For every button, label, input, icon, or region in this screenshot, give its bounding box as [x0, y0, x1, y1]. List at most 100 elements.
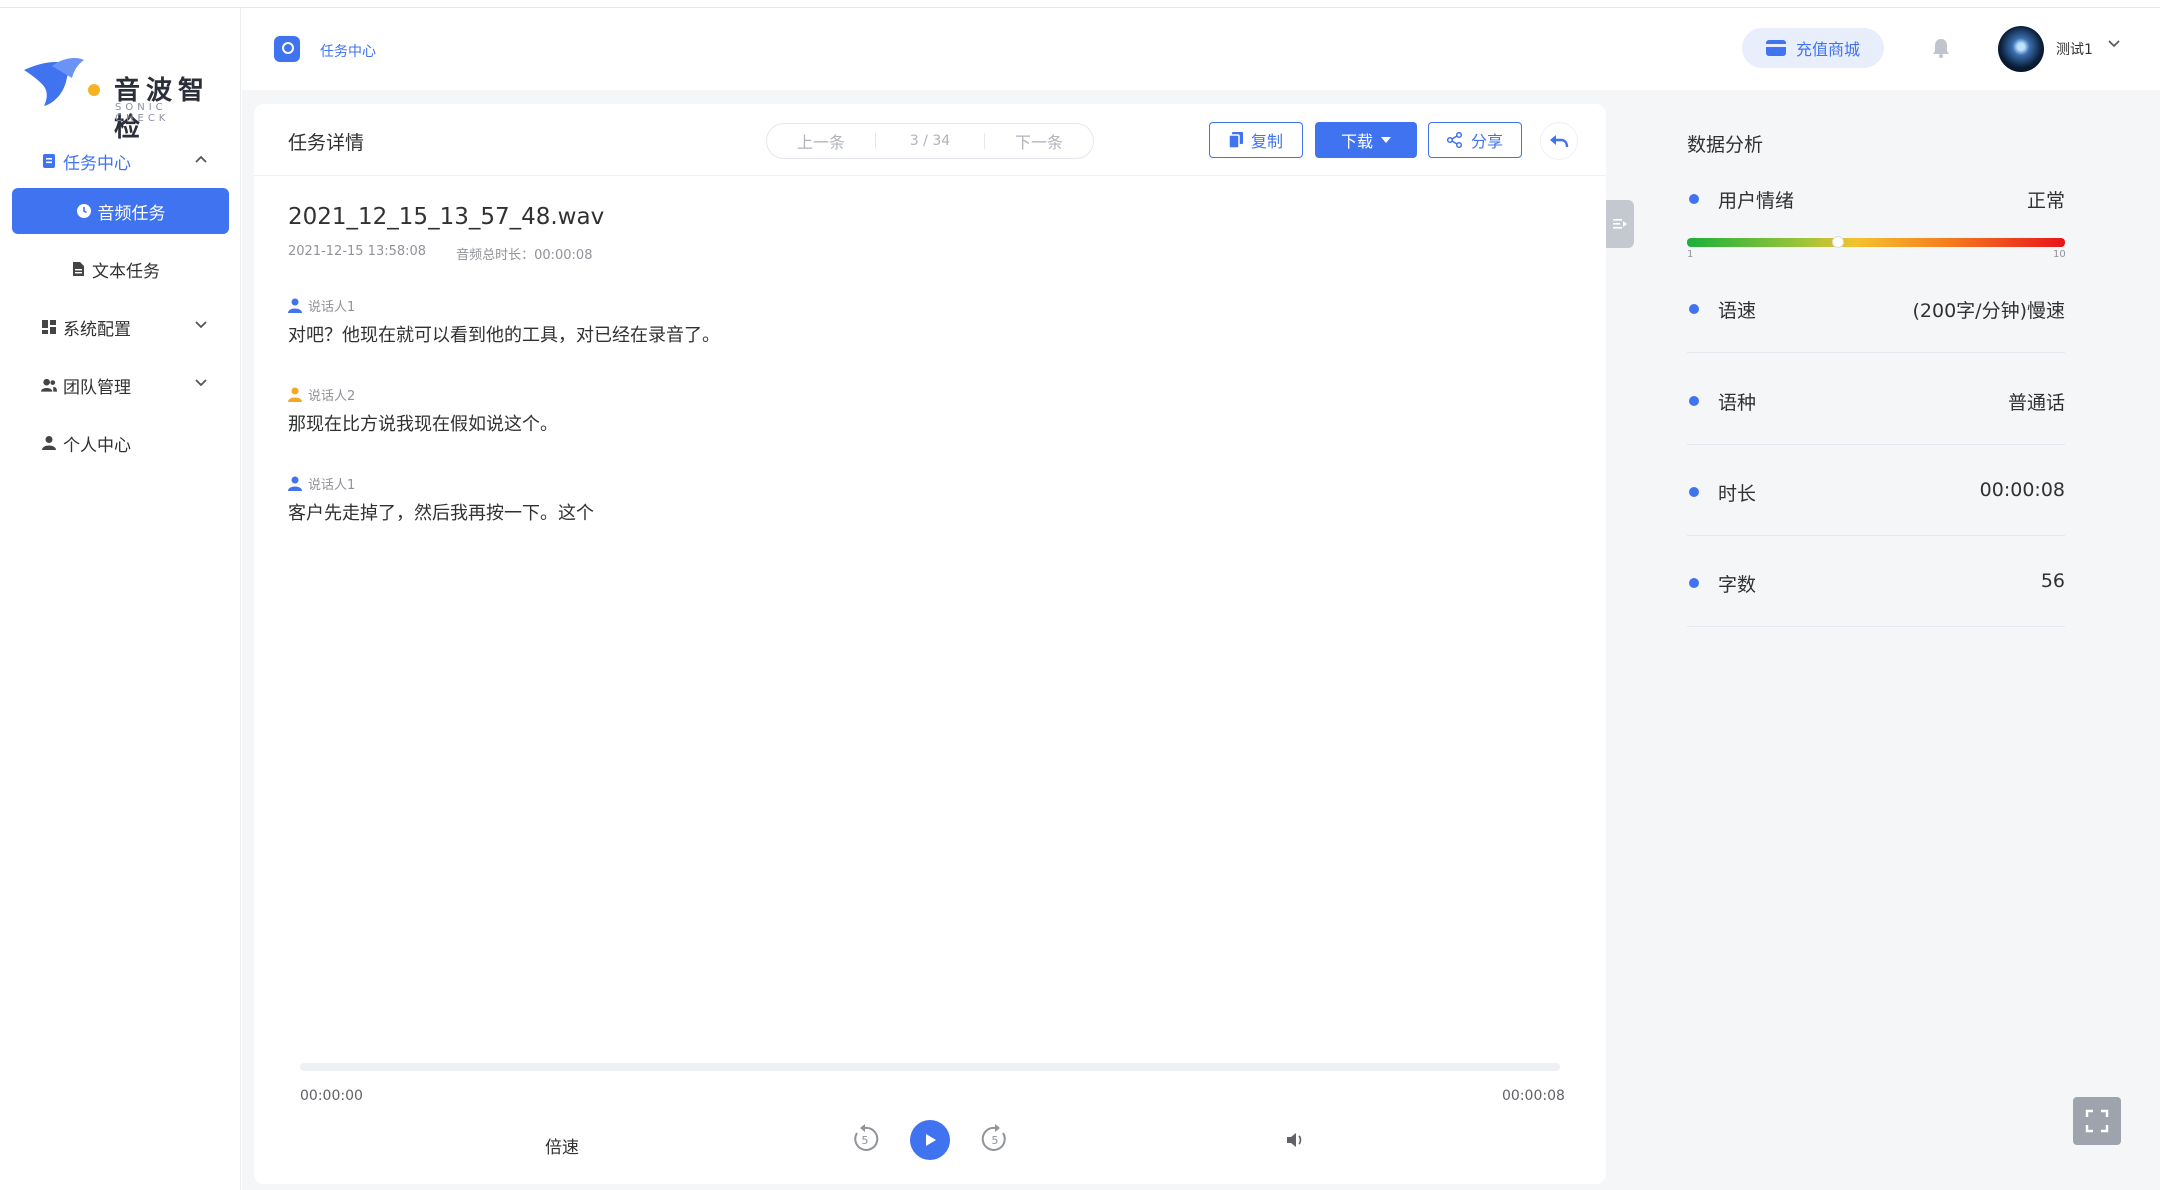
- share-button[interactable]: 分享: [1428, 122, 1522, 158]
- sidebar-item-label: 个人中心: [63, 435, 131, 456]
- record-pager: 上一条 3 / 34 下一条: [766, 123, 1094, 159]
- download-dropdown-button[interactable]: 下载: [1315, 122, 1417, 158]
- play-button[interactable]: [910, 1120, 950, 1160]
- speaker-icon: [288, 476, 302, 491]
- chevron-up-icon: [195, 152, 207, 166]
- segment-text: 对吧？他现在就可以看到他的工具，对已经在录音了。: [288, 325, 720, 346]
- sidebar-item-label: 团队管理: [63, 377, 131, 398]
- sidebar-item-text-task[interactable]: 文本任务: [12, 246, 229, 292]
- speaker-label: 说话人1: [308, 300, 356, 315]
- next-record-button[interactable]: 下一条: [985, 129, 1093, 153]
- chevron-down-icon[interactable]: [2108, 37, 2120, 52]
- sidebar-item-task-center[interactable]: 任务中心: [12, 138, 229, 184]
- transcript-segment[interactable]: 说话人1 客户先走掉了，然后我再按一下。这个: [288, 474, 594, 525]
- bell-icon[interactable]: [1932, 38, 1950, 58]
- copy-label: 复制: [1250, 132, 1283, 151]
- prev-record-button[interactable]: 上一条: [767, 129, 875, 153]
- wallet-icon: [1765, 40, 1786, 56]
- rewind-seconds: 5: [862, 1134, 869, 1147]
- card-header: 任务详情 上一条 3 / 34 下一条 复制 下载 分享: [254, 104, 1606, 176]
- emotion-scale-max: 10: [2053, 249, 2066, 260]
- row-value: 56: [2040, 570, 2065, 592]
- bullet-icon: [1689, 194, 1699, 204]
- analysis-title: 数据分析: [1687, 134, 1764, 156]
- audio-file-name: 2021_12_15_13_57_48.wav: [288, 204, 605, 230]
- emotion-value: 正常: [2026, 190, 2065, 212]
- logo: 音波智检 SONIC CHECK: [22, 52, 222, 143]
- clock-icon: [76, 203, 92, 219]
- sidebar-item-label: 文本任务: [92, 261, 160, 282]
- segment-text: 那现在比方说我现在假如说这个。: [288, 414, 558, 435]
- volume-icon[interactable]: [1286, 1132, 1306, 1152]
- share-icon: [1446, 132, 1463, 148]
- copy-icon: [1228, 132, 1243, 148]
- emotion-level-marker: [1832, 236, 1845, 248]
- fullscreen-icon: [2085, 1109, 2109, 1133]
- speaker-label: 说话人2: [308, 389, 356, 404]
- playback-speed-button[interactable]: 倍速: [545, 1133, 579, 1158]
- speaker-icon: [288, 298, 302, 313]
- bullet-icon: [1689, 396, 1699, 406]
- sidebar-item-label: 任务中心: [63, 153, 131, 174]
- back-button[interactable]: [1540, 122, 1578, 160]
- sidebar-item-team-management[interactable]: 团队管理: [12, 362, 229, 408]
- team-icon: [41, 377, 57, 393]
- sidebar-item-personal-center[interactable]: 个人中心: [12, 420, 229, 466]
- file-meta: 2021-12-15 13:58:08 音频总时长：00:00:08: [288, 244, 592, 263]
- user-icon: [41, 435, 57, 451]
- page-indicator: 3 / 34: [909, 133, 951, 149]
- page-title: 任务详情: [288, 132, 365, 154]
- row-label: 语种: [1718, 392, 1757, 414]
- recharge-label: 充值商城: [1795, 40, 1860, 59]
- speaker-tag: 说话人1: [288, 296, 720, 315]
- divider: [1687, 352, 2065, 353]
- chevron-down-icon: [195, 376, 207, 390]
- share-label: 分享: [1470, 132, 1503, 151]
- sidebar-item-audio-task[interactable]: 音频任务: [12, 188, 229, 234]
- breadcrumb[interactable]: 任务中心: [320, 41, 376, 61]
- panel-toggle-button[interactable]: [1606, 200, 1634, 248]
- fullscreen-button[interactable]: [2073, 1097, 2121, 1145]
- segment-text: 客户先走掉了，然后我再按一下。这个: [288, 503, 594, 524]
- file-icon: [70, 261, 86, 277]
- total-time: 00:00:08: [1502, 1088, 1565, 1104]
- forward-icon: 5: [981, 1124, 1006, 1151]
- bullet-icon: [1689, 304, 1699, 314]
- transcript-segment[interactable]: 说话人2 那现在比方说我现在假如说这个。: [288, 385, 558, 436]
- divider: [1687, 626, 2065, 627]
- speaker-tag: 说话人2: [288, 385, 558, 404]
- speaker-tag: 说话人1: [288, 474, 594, 493]
- speaker-label: 说话人1: [308, 478, 356, 493]
- recharge-mall-button[interactable]: 充值商城: [1742, 28, 1884, 68]
- sidebar: 音波智检 SONIC CHECK 任务中心 音频任务 文本任务 系统配置 团队管…: [0, 8, 241, 1190]
- download-label: 下载: [1340, 132, 1373, 151]
- username[interactable]: 测试1: [2056, 39, 2093, 59]
- current-time: 00:00:00: [300, 1088, 363, 1104]
- collapse-icon: [1613, 219, 1627, 229]
- copy-button[interactable]: 复制: [1209, 122, 1303, 158]
- row-value: (200字/分钟)慢速: [1912, 300, 2066, 322]
- rewind-5s-button[interactable]: 5: [848, 1122, 882, 1156]
- forward-5s-button[interactable]: 5: [978, 1122, 1012, 1156]
- task-detail-card: 任务详情 上一条 3 / 34 下一条 复制 下载 分享: [254, 104, 1606, 1184]
- chevron-down-icon: [195, 318, 207, 332]
- speaker-icon: [288, 387, 302, 402]
- divider: [1687, 535, 2065, 536]
- header: 任务中心 充值商城 测试1: [242, 8, 2160, 90]
- row-label: 语速: [1718, 300, 1757, 322]
- sidebar-item-label: 音频任务: [97, 203, 166, 224]
- dashboard-icon: [41, 319, 57, 335]
- created-time: 2021-12-15 13:58:08: [288, 244, 427, 259]
- row-label: 时长: [1718, 483, 1757, 505]
- transcript-segment[interactable]: 说话人1 对吧？他现在就可以看到他的工具，对已经在录音了。: [288, 296, 720, 347]
- caret-down-icon: [1381, 137, 1391, 143]
- audio-progress-bar[interactable]: [300, 1063, 1560, 1071]
- undo-arrow-icon: [1550, 135, 1569, 148]
- avatar[interactable]: [1998, 26, 2044, 72]
- emotion-scale-bar: [1687, 236, 2065, 248]
- bullet-icon: [1689, 487, 1699, 497]
- bullet-icon: [1689, 578, 1699, 588]
- sidebar-item-system-config[interactable]: 系统配置: [12, 304, 229, 350]
- row-value: 00:00:08: [1979, 479, 2065, 501]
- emotion-label: 用户情绪: [1718, 190, 1795, 212]
